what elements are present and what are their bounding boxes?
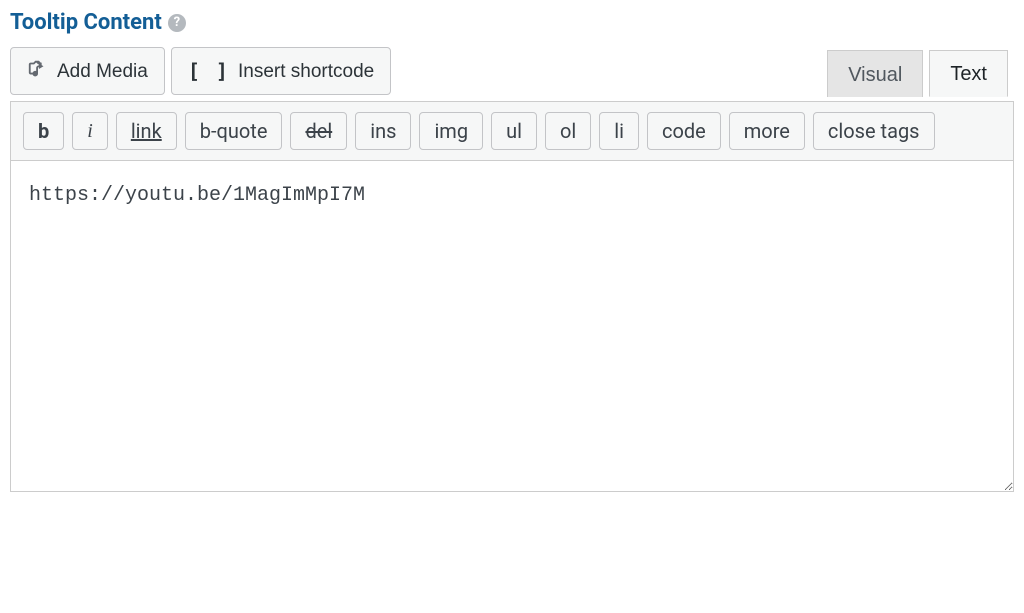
- qt-bquote-button[interactable]: b-quote: [185, 112, 283, 150]
- tab-visual[interactable]: Visual: [827, 50, 923, 97]
- qt-ol-button[interactable]: ol: [545, 112, 591, 150]
- top-toolbar: Add Media [ ] Insert shortcode Visual Te…: [10, 47, 1014, 95]
- insert-shortcode-label: Insert shortcode: [238, 62, 374, 81]
- editor-tabs: Visual Text: [827, 48, 1008, 95]
- qt-del-button[interactable]: del: [290, 112, 347, 150]
- qt-li-button[interactable]: li: [599, 112, 639, 150]
- qt-code-button[interactable]: code: [647, 112, 721, 150]
- media-buttons: Add Media [ ] Insert shortcode: [10, 47, 391, 95]
- qt-italic-button[interactable]: i: [72, 112, 108, 150]
- section-title-text: Tooltip Content: [10, 10, 162, 35]
- qt-ins-button[interactable]: ins: [355, 112, 411, 150]
- add-media-button[interactable]: Add Media: [10, 47, 165, 95]
- insert-shortcode-button[interactable]: [ ] Insert shortcode: [171, 47, 391, 95]
- tab-text[interactable]: Text: [929, 50, 1008, 97]
- quicktags-toolbar: b i link b-quote del ins img ul ol li co…: [11, 102, 1013, 161]
- add-media-label: Add Media: [57, 62, 148, 81]
- qt-img-button[interactable]: img: [419, 112, 483, 150]
- qt-link-button[interactable]: link: [116, 112, 177, 150]
- qt-more-button[interactable]: more: [729, 112, 805, 150]
- help-icon[interactable]: ?: [168, 14, 186, 32]
- qt-ul-button[interactable]: ul: [491, 112, 537, 150]
- brackets-icon: [ ]: [188, 61, 230, 81]
- section-title: Tooltip Content ?: [10, 10, 1014, 35]
- editor-wrap: b i link b-quote del ins img ul ol li co…: [10, 101, 1014, 492]
- camera-music-icon: [27, 58, 49, 84]
- content-textarea[interactable]: [11, 161, 1013, 491]
- qt-bold-button[interactable]: b: [23, 112, 64, 150]
- qt-close-tags-button[interactable]: close tags: [813, 112, 935, 150]
